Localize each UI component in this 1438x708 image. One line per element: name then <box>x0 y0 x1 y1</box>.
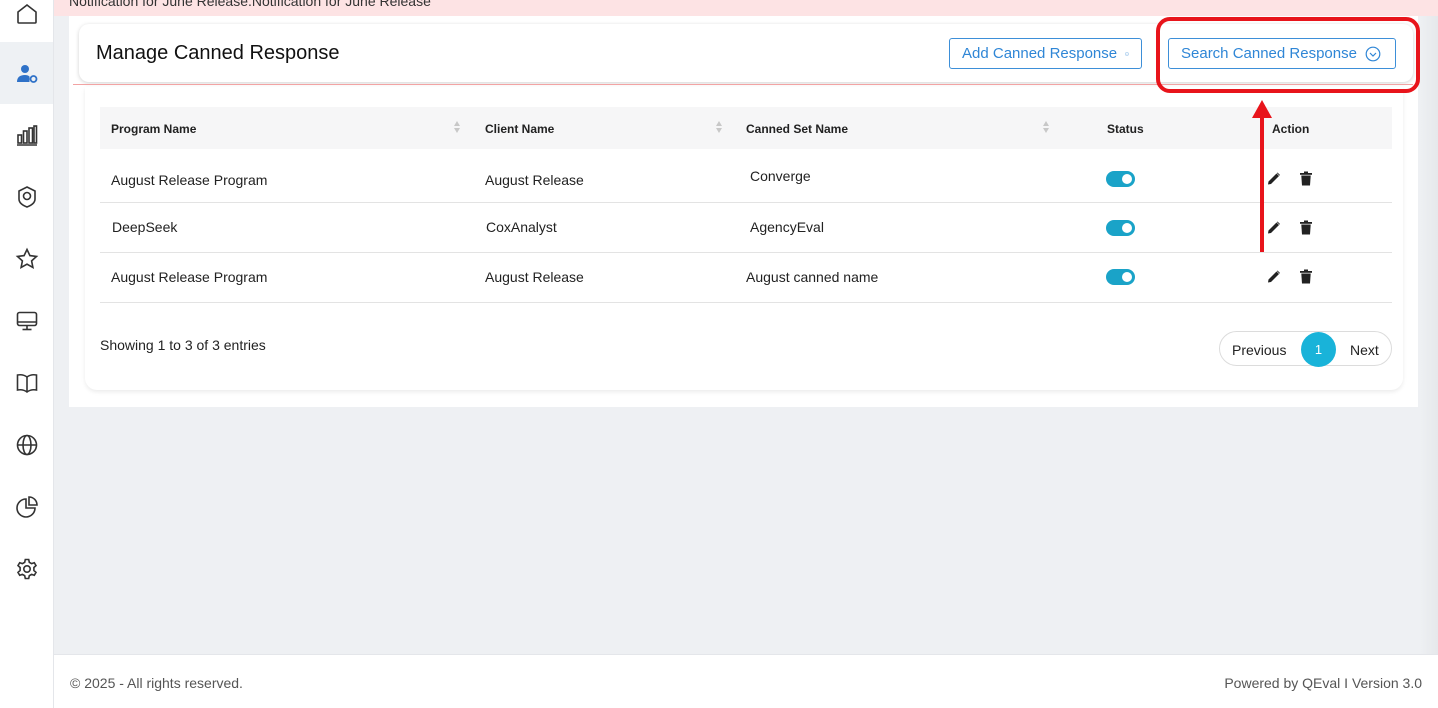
bar-chart-icon <box>16 125 37 146</box>
sidebar-item-analytics[interactable] <box>0 476 53 538</box>
copyright-text: © 2025 - All rights reserved. <box>70 675 243 691</box>
sidebar-item-settings[interactable] <box>0 538 53 600</box>
cell-client-name: CoxAnalyst <box>486 219 557 235</box>
sidebar-item-global[interactable] <box>0 414 53 476</box>
sidebar-item-knowledge[interactable] <box>0 352 53 414</box>
edit-icon[interactable] <box>1267 269 1281 284</box>
cell-client-name: August Release <box>485 172 584 188</box>
previous-button[interactable]: Previous <box>1232 342 1286 358</box>
table-row: August Release Program August Release Co… <box>100 153 1392 203</box>
badge-icon <box>17 186 36 208</box>
sort-icon[interactable] <box>715 119 723 135</box>
sidebar-item-monitor[interactable] <box>0 290 53 352</box>
table-info: Showing 1 to 3 of 3 entries <box>100 337 266 353</box>
sidebar-item-favorites[interactable] <box>0 228 53 290</box>
trash-icon[interactable] <box>1299 220 1313 235</box>
sidebar-item-reports[interactable] <box>0 104 53 166</box>
status-toggle[interactable] <box>1106 220 1135 236</box>
footer: © 2025 - All rights reserved. Powered by… <box>54 654 1438 708</box>
page-1-button[interactable]: 1 <box>1301 332 1336 367</box>
trash-icon[interactable] <box>1299 171 1313 186</box>
cell-program-name: DeepSeek <box>112 219 178 235</box>
book-icon <box>16 373 37 393</box>
scrollbar-track <box>1420 16 1438 654</box>
column-action: Action <box>1272 122 1310 136</box>
user-settings-icon <box>16 65 37 83</box>
table-header: Program Name Client Name Canned Set Name… <box>100 107 1392 149</box>
table-row: August Release Program August Release Au… <box>100 253 1392 303</box>
trash-icon[interactable] <box>1299 269 1313 284</box>
annotation-highlight-box <box>1156 17 1420 93</box>
cell-program-name: August Release Program <box>111 269 268 285</box>
column-canned-set-name[interactable]: Canned Set Name <box>746 122 848 136</box>
page-title: Manage Canned Response <box>96 42 340 64</box>
pie-chart-icon <box>15 496 38 518</box>
notification-banner: Notification for June Release.Notificati… <box>54 0 1438 16</box>
cell-client-name: August Release <box>485 269 584 285</box>
cell-canned-set-name: August canned name <box>746 269 879 285</box>
column-status: Status <box>1107 122 1144 136</box>
column-client-name[interactable]: Client Name <box>485 122 554 136</box>
gear-icon <box>16 558 37 580</box>
sidebar-item-home[interactable] <box>0 0 53 45</box>
powered-by-text: Powered by QEval I Version 3.0 <box>1224 675 1422 691</box>
monitor-icon <box>16 311 37 331</box>
add-canned-response-label: Add Canned Response <box>962 45 1118 62</box>
add-canned-response-button[interactable]: Add Canned Response <box>949 38 1142 69</box>
table-row: DeepSeek CoxAnalyst AgencyEval <box>100 203 1392 253</box>
star-icon <box>15 247 38 270</box>
status-toggle[interactable] <box>1106 171 1135 187</box>
pagination: Previous 1 Next <box>1219 331 1392 367</box>
column-program-name[interactable]: Program Name <box>111 122 196 136</box>
annotation-arrow-icon <box>1252 100 1272 252</box>
sort-icon[interactable] <box>1042 119 1050 135</box>
sidebar <box>0 0 54 708</box>
sort-icon[interactable] <box>453 119 461 135</box>
home-icon <box>16 3 37 24</box>
next-button[interactable]: Next <box>1350 342 1379 358</box>
chevron-down-icon <box>1125 51 1129 56</box>
sidebar-item-users[interactable] <box>0 42 53 104</box>
cell-canned-set-name: Converge <box>750 168 811 184</box>
cell-program-name: August Release Program <box>111 172 268 188</box>
cell-canned-set-name: AgencyEval <box>750 219 824 235</box>
globe-icon <box>16 434 37 456</box>
notification-text: Notification for June Release.Notificati… <box>69 0 431 9</box>
status-toggle[interactable] <box>1106 269 1135 285</box>
sidebar-item-quality[interactable] <box>0 166 53 228</box>
